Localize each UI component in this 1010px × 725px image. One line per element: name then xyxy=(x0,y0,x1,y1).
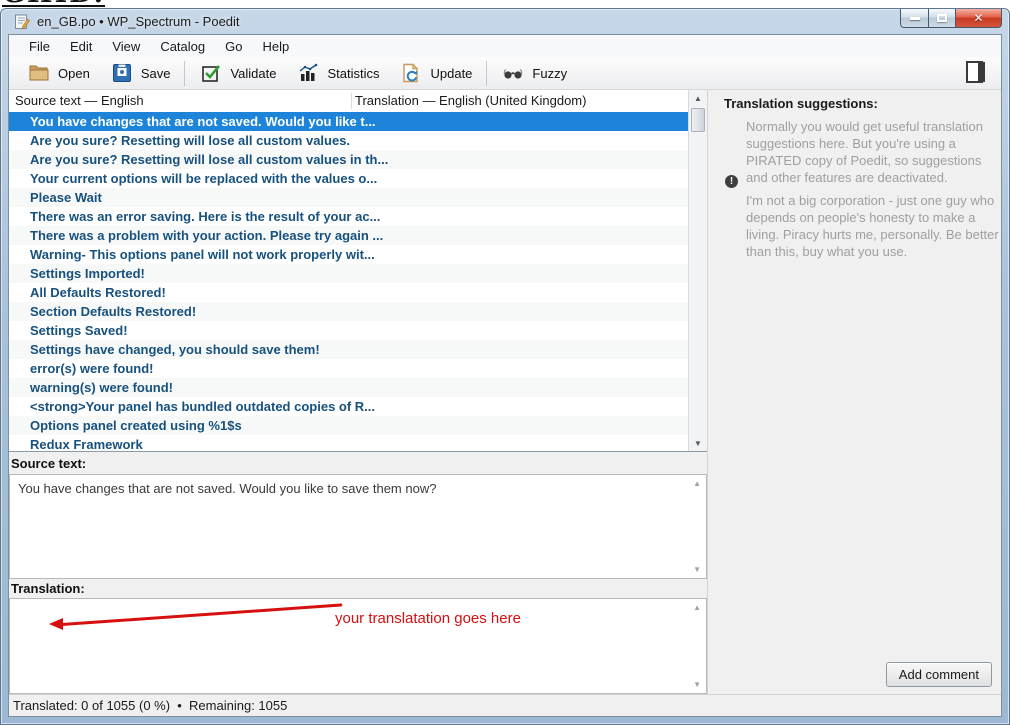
suggestions-sidebar: Translation suggestions: Normally you wo… xyxy=(707,90,1001,694)
maximize-button[interactable] xyxy=(929,9,956,28)
open-label: Open xyxy=(58,66,90,81)
validate-button[interactable]: Validate xyxy=(189,59,286,87)
table-row[interactable]: Settings Saved! xyxy=(9,321,688,340)
table-row[interactable]: All Defaults Restored! xyxy=(9,283,688,302)
source-text-label: Source text: xyxy=(11,456,86,474)
table-row[interactable]: Are you sure? Resetting will lose all cu… xyxy=(9,150,688,169)
menu-item-go[interactable]: Go xyxy=(215,37,252,56)
sidebar-toggle-button[interactable] xyxy=(963,59,989,88)
save-label: Save xyxy=(141,66,171,81)
table-row[interactable]: Are you sure? Resetting will lose all cu… xyxy=(9,131,688,150)
left-pane: Source text — English Translation — Engl… xyxy=(9,90,707,694)
table-row[interactable]: warning(s) were found! xyxy=(9,378,688,397)
minimize-button[interactable] xyxy=(900,9,929,28)
fuzzy-label: Fuzzy xyxy=(532,66,567,81)
status-text: Translated: 0 of 1055 (0 %) • Remaining:… xyxy=(13,698,287,713)
menu-item-file[interactable]: File xyxy=(19,37,60,56)
update-refresh-icon xyxy=(399,62,423,84)
table-row[interactable]: Section Defaults Restored! xyxy=(9,302,688,321)
save-floppy-icon xyxy=(110,62,134,84)
source-text-value: You have changes that are not saved. Wou… xyxy=(18,481,680,496)
validate-label: Validate xyxy=(230,66,276,81)
source-text-box: You have changes that are not saved. Wou… xyxy=(9,474,707,579)
open-button[interactable]: Open xyxy=(17,59,100,87)
table-row[interactable]: Settings Imported! xyxy=(9,264,688,283)
window-controls: ✕ xyxy=(900,9,1002,28)
open-folder-icon xyxy=(27,62,51,84)
table-row[interactable]: There was a problem with your action. Pl… xyxy=(9,226,688,245)
string-list: Source text — English Translation — Engl… xyxy=(9,90,707,452)
table-row[interactable]: Settings have changed, you should save t… xyxy=(9,340,688,359)
status-bar: Translated: 0 of 1055 (0 %) • Remaining:… xyxy=(9,694,1001,716)
list-header[interactable]: Source text — English Translation — Engl… xyxy=(9,90,688,113)
desktop-background: GHID. xyxy=(0,0,1010,8)
list-rows: You have changes that are not saved. Wou… xyxy=(9,112,688,451)
table-row[interactable]: Redux Framework xyxy=(9,435,688,451)
table-row[interactable]: Please Wait xyxy=(9,188,688,207)
list-scrollbar[interactable]: ▲ ▼ xyxy=(688,90,707,451)
poedit-window: en_GB.po • WP_Spectrum - Poedit ✕ File E… xyxy=(0,8,1010,725)
translation-label: Translation: xyxy=(11,581,85,599)
table-row[interactable]: There was an error saving. Here is the r… xyxy=(9,207,688,226)
toolbar-separator xyxy=(184,61,185,86)
scrollbar-thumb[interactable] xyxy=(691,108,705,132)
annotation-text: your translatation goes here xyxy=(335,610,521,627)
column-divider[interactable] xyxy=(351,93,352,109)
save-button[interactable]: Save xyxy=(100,59,181,87)
table-row[interactable]: Your current options will be replaced wi… xyxy=(9,169,688,188)
maximize-icon xyxy=(937,14,947,22)
scroll-up-icon[interactable]: ▲ xyxy=(693,479,701,488)
scroll-down-icon[interactable]: ▼ xyxy=(693,565,701,574)
suggestions-paragraph: I'm not a big corporation - just one guy… xyxy=(746,192,1002,260)
menu-item-catalog[interactable]: Catalog xyxy=(150,37,215,56)
toolbar-separator xyxy=(486,61,487,86)
scroll-up-icon[interactable]: ▲ xyxy=(693,603,701,612)
menu-item-edit[interactable]: Edit xyxy=(60,37,102,56)
statistics-button[interactable]: Statistics xyxy=(286,59,389,87)
exclamation-icon: ! xyxy=(725,175,738,188)
minimize-icon xyxy=(910,17,920,20)
window-title: en_GB.po • WP_Spectrum - Poedit xyxy=(37,14,240,29)
table-row[interactable]: Options panel created using %1$s xyxy=(9,416,688,435)
menu-bar: File Edit View Catalog Go Help xyxy=(9,35,1001,57)
update-label: Update xyxy=(430,66,472,81)
scroll-up-icon[interactable]: ▲ xyxy=(689,90,707,106)
sidebar-toggle-icon xyxy=(963,59,989,88)
suggestions-heading: Translation suggestions: xyxy=(724,96,878,111)
close-button[interactable]: ✕ xyxy=(956,9,1002,28)
table-row[interactable]: Warning- This options panel will not wor… xyxy=(9,245,688,264)
scroll-down-icon[interactable]: ▼ xyxy=(689,435,707,451)
update-button[interactable]: Update xyxy=(389,59,482,87)
background-clipped-text: GHID. xyxy=(2,0,105,8)
fuzzy-button[interactable]: Fuzzy xyxy=(491,59,577,87)
translation-input[interactable]: your translatation goes here ▲ ▼ xyxy=(9,598,707,694)
annotation-arrow xyxy=(62,603,343,626)
table-row[interactable]: error(s) were found! xyxy=(9,359,688,378)
fuzzy-glasses-icon xyxy=(501,62,525,84)
titlebar[interactable]: en_GB.po • WP_Spectrum - Poedit ✕ xyxy=(1,9,1009,34)
column-header-translation[interactable]: Translation — English (United Kingdom) xyxy=(355,93,586,108)
menu-item-view[interactable]: View xyxy=(102,37,150,56)
suggestions-paragraph: Normally you would get useful translatio… xyxy=(746,118,998,186)
scroll-down-icon[interactable]: ▼ xyxy=(693,680,701,689)
add-comment-button[interactable]: Add comment xyxy=(886,662,992,687)
validate-check-icon xyxy=(199,62,223,84)
menu-item-help[interactable]: Help xyxy=(252,37,299,56)
toolbar: Open Save xyxy=(9,57,1001,90)
poedit-app-icon xyxy=(14,14,30,30)
annotation-arrowhead-icon xyxy=(49,618,63,630)
statistics-label: Statistics xyxy=(327,66,379,81)
statistics-chart-icon xyxy=(296,62,320,84)
table-row[interactable]: You have changes that are not saved. Wou… xyxy=(9,112,688,131)
client-area: File Edit View Catalog Go Help Open xyxy=(8,34,1002,717)
column-header-source[interactable]: Source text — English xyxy=(15,93,144,108)
close-icon: ✕ xyxy=(973,12,983,24)
content-area: Source text — English Translation — Engl… xyxy=(9,90,1001,694)
table-row[interactable]: <strong>Your panel has bundled outdated … xyxy=(9,397,688,416)
